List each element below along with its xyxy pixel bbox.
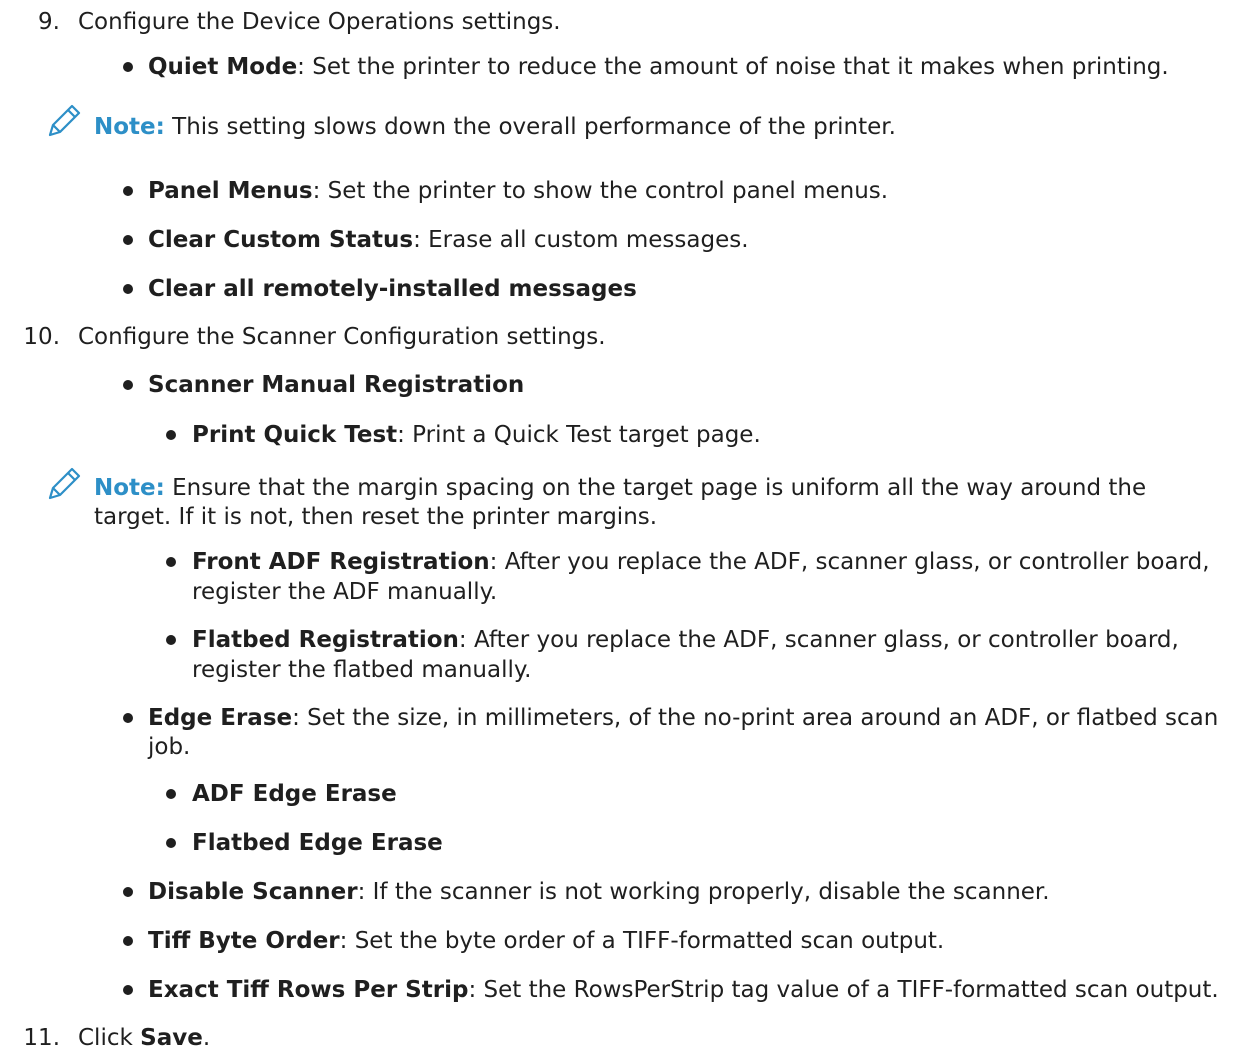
- list-item: Print Quick Test: Print a Quick Test tar…: [192, 420, 761, 450]
- bullet: [123, 985, 133, 995]
- note-text: This setting slows down the overall perf…: [164, 114, 896, 140]
- pencil-icon: [48, 467, 81, 500]
- item-text: : Set the RowsPerStrip tag value of a TI…: [468, 977, 1219, 1003]
- bullet: [123, 887, 133, 897]
- step-number: 9.: [38, 9, 60, 35]
- pencil-icon: [48, 104, 81, 137]
- item-text: : Set the printer to show the control pa…: [312, 178, 889, 204]
- note-label: Note:: [94, 114, 165, 140]
- list-item: Disable Scanner: If the scanner is not w…: [148, 877, 1050, 907]
- item-text: : Print a Quick Test target page.: [397, 422, 761, 448]
- save-label: Save: [140, 1025, 203, 1051]
- list-item: Front ADF Registration: After you replac…: [192, 547, 1210, 577]
- list-item: Tiff Byte Order: Set the byte order of a…: [148, 926, 944, 956]
- item-label: Panel Menus: [148, 178, 313, 204]
- bullet: [123, 713, 133, 723]
- list-item: Scanner Manual Registration: [148, 370, 524, 400]
- bullet: [166, 789, 176, 799]
- step-number: 10.: [23, 324, 60, 350]
- item-label: Flatbed Registration: [192, 627, 459, 653]
- note-text-cont: target. If it is not, then reset the pri…: [94, 504, 658, 530]
- list-item: Panel Menus: Set the printer to show the…: [148, 176, 888, 206]
- item-text: : Erase all custom messages.: [413, 227, 749, 253]
- bullet: [166, 635, 176, 645]
- step-text: Click Save.: [78, 1023, 210, 1053]
- list-item: Edge Erase: Set the size, in millimeters…: [148, 703, 1218, 733]
- list-item: Clear Custom Status: Erase all custom me…: [148, 225, 749, 255]
- note: Note: This setting slows down the overal…: [94, 112, 896, 142]
- bullet: [123, 380, 133, 390]
- list-item: Flatbed Edge Erase: [192, 828, 443, 858]
- item-label: Front ADF Registration: [192, 549, 490, 575]
- step-number: 11.: [23, 1025, 60, 1051]
- item-text-cont: register the flatbed manually.: [192, 657, 532, 683]
- step-text-before: Click: [78, 1025, 141, 1051]
- step-text: Configure the Scanner Configuration sett…: [78, 324, 606, 350]
- bullet: [123, 62, 133, 72]
- bullet: [166, 430, 176, 440]
- bullet: [123, 186, 133, 196]
- item-label: Quiet Mode: [148, 54, 298, 80]
- item-label: Clear all remotely-installed messages: [148, 276, 637, 302]
- bullet: [123, 936, 133, 946]
- item-label: Tiff Byte Order: [148, 928, 340, 954]
- list-item: Exact Tiff Rows Per Strip: Set the RowsP…: [148, 975, 1219, 1005]
- list-item: Quiet Mode: Set the printer to reduce th…: [148, 52, 1169, 82]
- list-item: Clear all remotely-installed messages: [148, 274, 637, 304]
- item-label: Scanner Manual Registration: [148, 372, 525, 398]
- item-label: Flatbed Edge Erase: [192, 830, 443, 856]
- note-label: Note:: [94, 475, 165, 501]
- item-text: : If the scanner is not working properly…: [357, 879, 1050, 905]
- item-label: Print Quick Test: [192, 422, 398, 448]
- step-text: Configure the Device Operations settings…: [78, 9, 561, 35]
- bullet: [123, 235, 133, 245]
- note-text: Ensure that the margin spacing on the ta…: [164, 475, 1147, 501]
- item-text: : Set the size, in millimeters, of the n…: [292, 705, 1219, 731]
- item-label: Clear Custom Status: [148, 227, 414, 253]
- item-text-cont: register the ADF manually.: [192, 579, 498, 605]
- item-label: Exact Tiff Rows Per Strip: [148, 977, 469, 1003]
- item-text: : After you replace the ADF, scanner gla…: [489, 549, 1210, 575]
- bullet: [166, 838, 176, 848]
- bullet: [166, 557, 176, 567]
- item-text: : Set the byte order of a TIFF-formatted…: [339, 928, 945, 954]
- note: Note: Ensure that the margin spacing on …: [94, 473, 1146, 503]
- item-label: Disable Scanner: [148, 879, 358, 905]
- bullet: [123, 284, 133, 294]
- item-text: : After you replace the ADF, scanner gla…: [458, 627, 1179, 653]
- item-label: ADF Edge Erase: [192, 781, 397, 807]
- list-item: ADF Edge Erase: [192, 779, 397, 809]
- item-text-cont: job.: [148, 734, 191, 760]
- list-item: Flatbed Registration: After you replace …: [192, 625, 1179, 655]
- item-label: Edge Erase: [148, 705, 293, 731]
- step-text-after: .: [202, 1025, 211, 1051]
- item-text: : Set the printer to reduce the amount o…: [297, 54, 1169, 80]
